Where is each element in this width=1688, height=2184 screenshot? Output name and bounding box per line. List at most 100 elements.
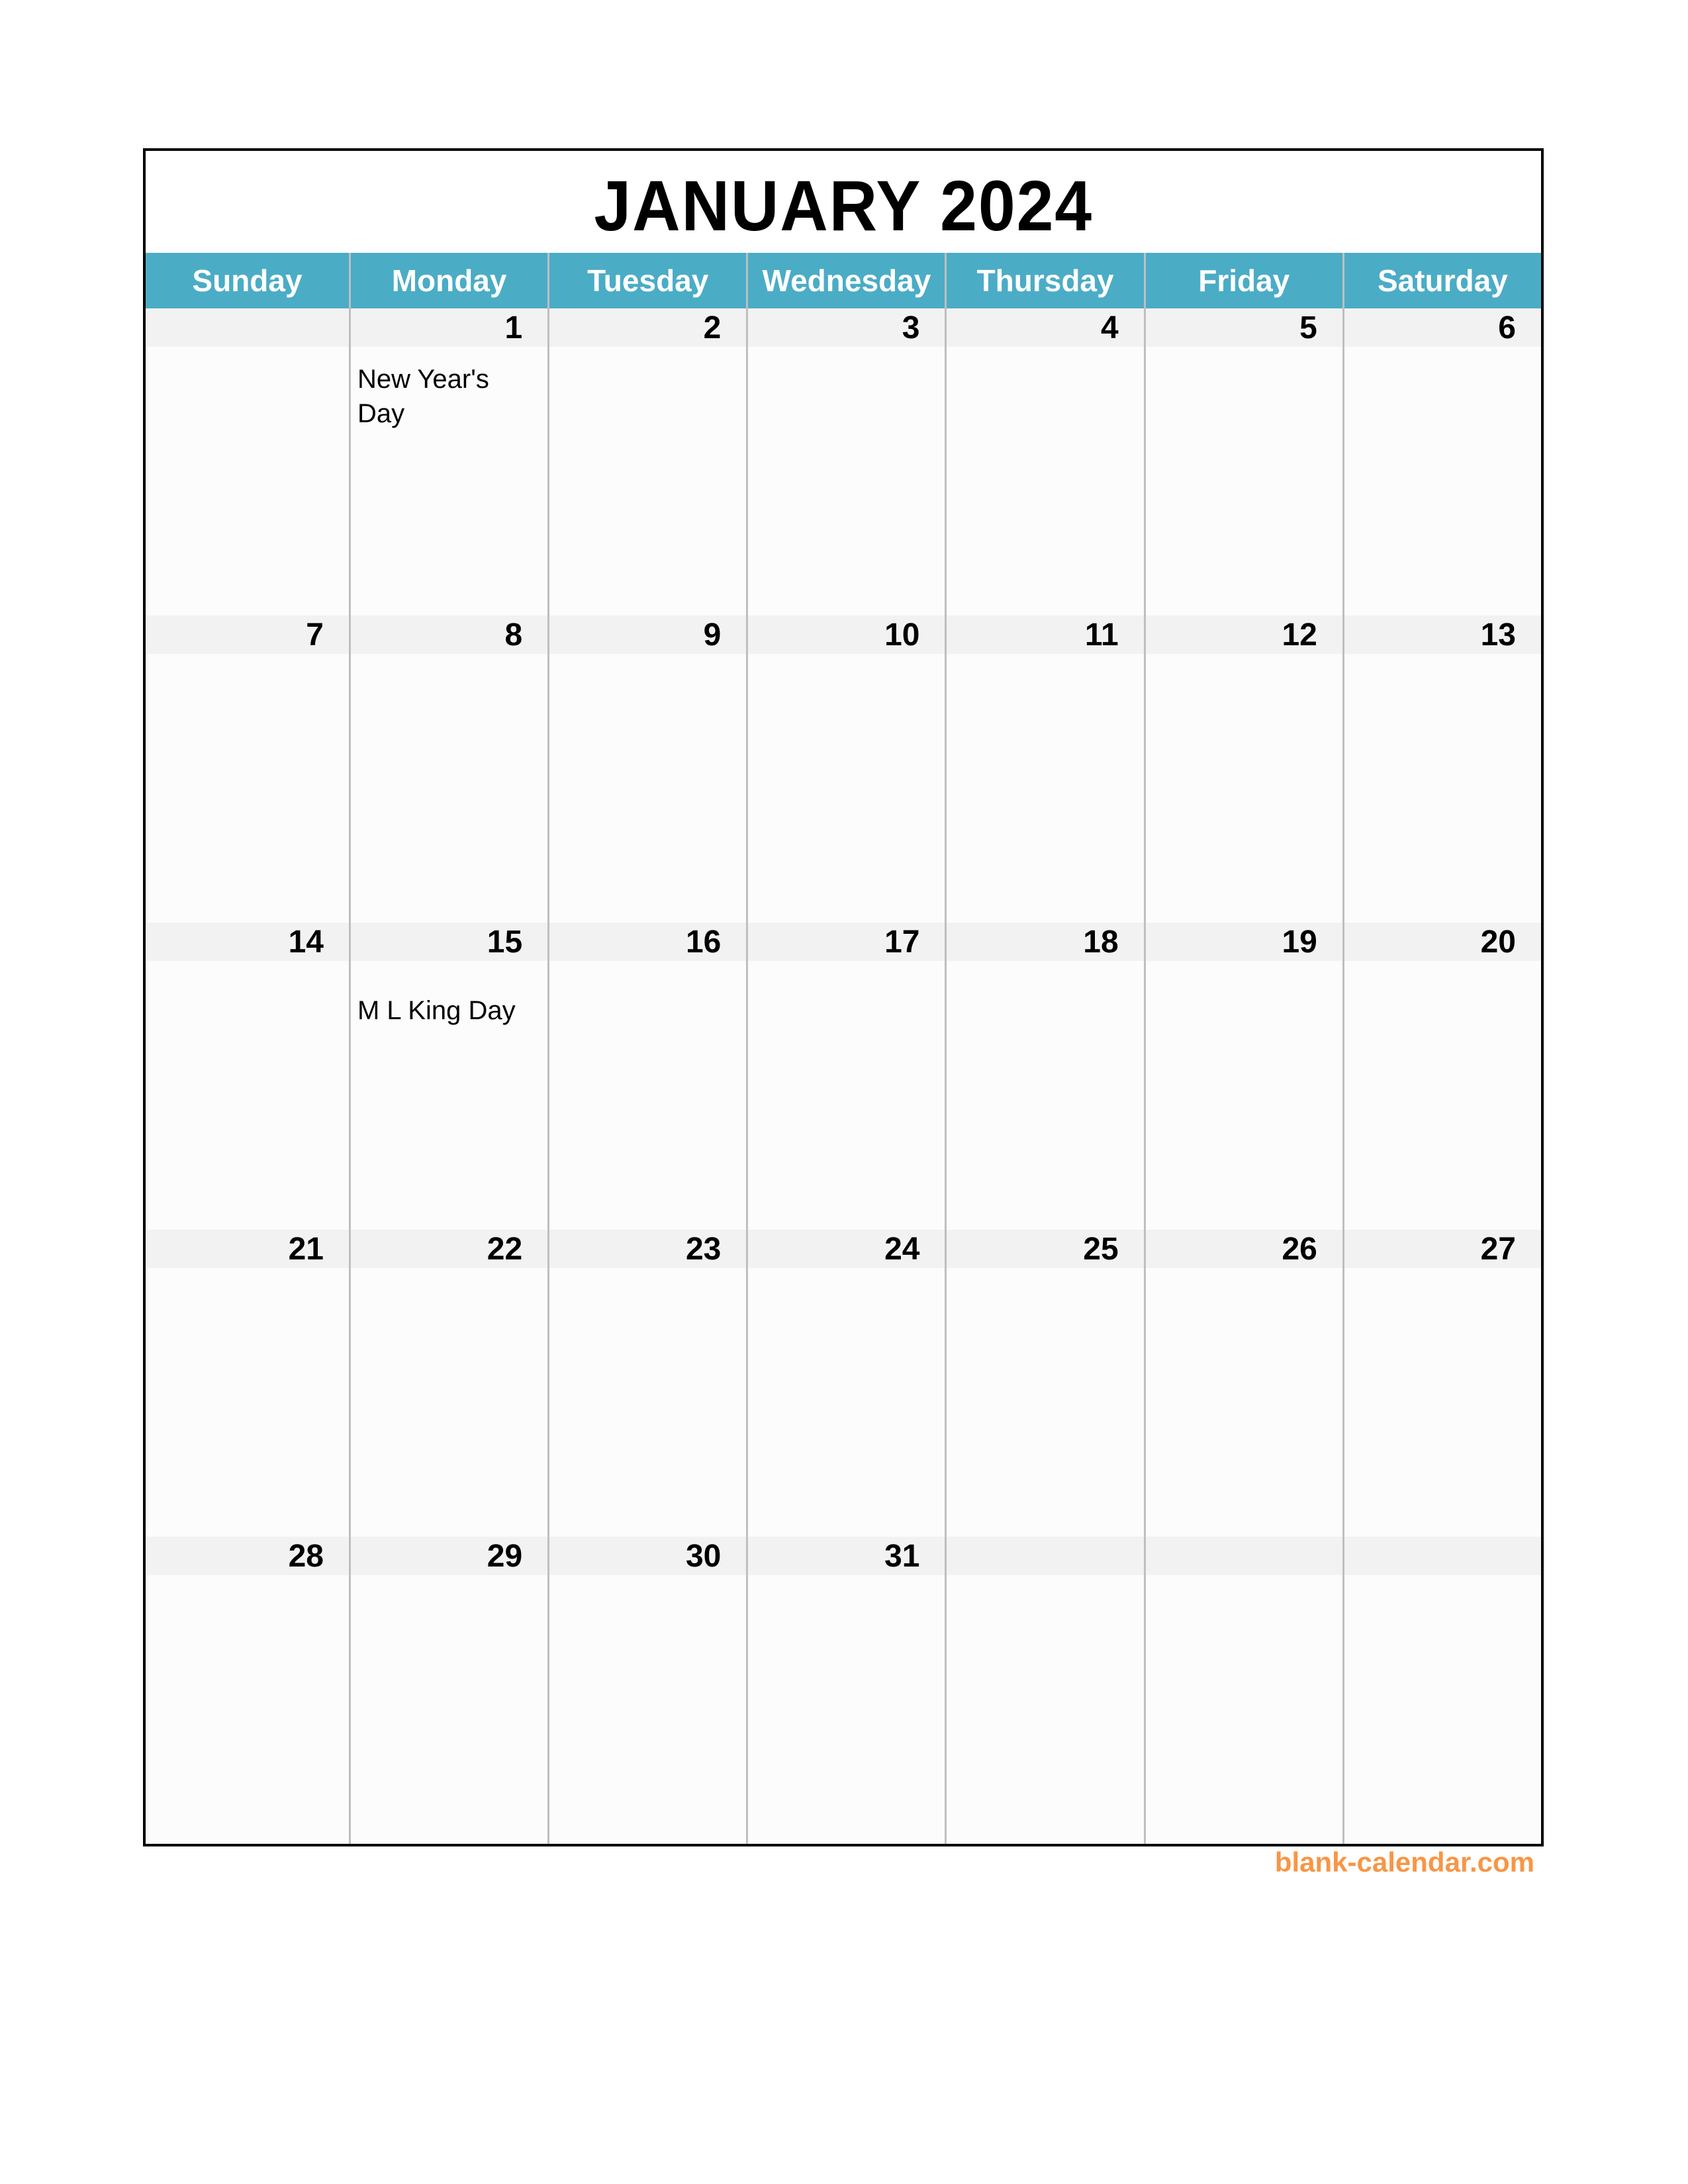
day-number: 31: [748, 1537, 945, 1575]
day-number: 17: [748, 923, 945, 961]
day-number: 22: [351, 1230, 548, 1268]
day-cell[interactable]: [1342, 1537, 1541, 1844]
day-number: [146, 308, 349, 347]
day-notes-area: [1146, 1268, 1342, 1367]
day-notes-area: [1344, 1575, 1541, 1674]
week-row: 14 15 M L King Day 16 17 18 19 20: [146, 923, 1541, 1230]
day-notes-area: [146, 1575, 349, 1674]
week-row: 1 New Year's Day 2 3 4 5 6: [146, 308, 1541, 615]
day-cell[interactable]: 2: [547, 308, 747, 615]
calendar-title: JANUARY 2024: [594, 165, 1093, 246]
day-cell[interactable]: 4: [945, 308, 1144, 615]
day-number: [1145, 1537, 1342, 1575]
day-notes-area: [1146, 961, 1342, 1060]
day-cell[interactable]: 17: [746, 923, 945, 1230]
day-cell[interactable]: 13: [1342, 615, 1541, 923]
day-cell[interactable]: 22: [349, 1230, 548, 1537]
day-notes-area: [1146, 654, 1342, 753]
day-number: 26: [1145, 1230, 1342, 1268]
day-notes-area: [549, 1575, 746, 1674]
day-cell[interactable]: 27: [1342, 1230, 1541, 1537]
day-number: 11: [947, 615, 1144, 654]
day-cell[interactable]: [945, 1537, 1144, 1844]
day-notes-area: [1344, 1268, 1541, 1367]
day-cell[interactable]: 14: [146, 923, 349, 1230]
day-notes-area: [146, 347, 349, 446]
day-cell[interactable]: 16: [547, 923, 747, 1230]
day-cell[interactable]: 7: [146, 615, 349, 923]
weekday-saturday: Saturday: [1342, 253, 1541, 308]
day-cell[interactable]: 6: [1342, 308, 1541, 615]
day-notes-area: [947, 961, 1143, 1060]
weekday-friday: Friday: [1143, 253, 1342, 308]
day-notes-area: [748, 1268, 945, 1367]
weekday-monday: Monday: [349, 253, 547, 308]
day-number: 8: [351, 615, 548, 654]
day-cell[interactable]: 18: [945, 923, 1144, 1230]
day-cell[interactable]: 9: [547, 615, 747, 923]
day-notes-area: [549, 654, 746, 753]
day-cell[interactable]: 21: [146, 1230, 349, 1537]
day-notes-area: [748, 961, 945, 1060]
weekday-sunday: Sunday: [192, 263, 303, 298]
day-cell[interactable]: 11: [945, 615, 1144, 923]
day-number: 6: [1344, 308, 1541, 347]
day-cell[interactable]: 24: [746, 1230, 945, 1537]
day-notes-area: [947, 654, 1143, 753]
day-cell[interactable]: 10: [746, 615, 945, 923]
weekday-thursday: Thursday: [945, 253, 1143, 308]
day-cell[interactable]: 29: [349, 1537, 548, 1844]
day-notes-area: [549, 1268, 746, 1367]
day-notes-area: [351, 1575, 547, 1674]
day-number: 13: [1344, 615, 1541, 654]
site-link[interactable]: blank-calendar.com: [1275, 1846, 1534, 1878]
day-cell[interactable]: 26: [1143, 1230, 1342, 1537]
day-notes-area: [549, 961, 746, 1060]
day-cell[interactable]: 5: [1143, 308, 1342, 615]
day-number: 19: [1145, 923, 1342, 961]
weekday-tuesday: Tuesday: [547, 253, 746, 308]
day-cell[interactable]: 19: [1143, 923, 1342, 1230]
week-row: 7 8 9 10 11 12 13: [146, 615, 1541, 923]
day-cell[interactable]: 12: [1143, 615, 1342, 923]
day-number: 5: [1145, 308, 1342, 347]
day-cell[interactable]: 8: [349, 615, 548, 923]
day-cell[interactable]: 15 M L King Day: [349, 923, 548, 1230]
day-number: 20: [1344, 923, 1541, 961]
holiday-note: New Year's Day: [357, 365, 489, 428]
holiday-note: M L King Day: [357, 996, 516, 1025]
calendar: JANUARY 2024 Sunday Monday Tuesday Wedne…: [143, 148, 1544, 1846]
day-number: 24: [748, 1230, 945, 1268]
day-cell[interactable]: 28: [146, 1537, 349, 1844]
day-number: 23: [549, 1230, 747, 1268]
day-number: 4: [947, 308, 1144, 347]
day-number: 18: [947, 923, 1144, 961]
day-number: [1344, 1537, 1541, 1575]
day-cell[interactable]: 1 New Year's Day: [349, 308, 548, 615]
day-number: 29: [351, 1537, 548, 1575]
day-number: 25: [947, 1230, 1144, 1268]
day-notes-area: [748, 347, 945, 446]
day-notes-area: [1146, 347, 1342, 446]
day-notes-area: [947, 1268, 1143, 1367]
day-cell[interactable]: 3: [746, 308, 945, 615]
day-cell[interactable]: [146, 308, 349, 615]
weekday-header-row: Sunday Monday Tuesday Wednesday Thursday…: [146, 253, 1541, 308]
day-number: 16: [549, 923, 747, 961]
day-cell[interactable]: 30: [547, 1537, 747, 1844]
day-number: 14: [146, 923, 349, 961]
day-cell[interactable]: 31: [746, 1537, 945, 1844]
day-cell[interactable]: 20: [1342, 923, 1541, 1230]
title-area: JANUARY 2024: [146, 151, 1541, 253]
day-cell[interactable]: 25: [945, 1230, 1144, 1537]
day-cell[interactable]: [1143, 1537, 1342, 1844]
day-notes-area: [748, 1575, 945, 1674]
day-number: 3: [748, 308, 945, 347]
day-number: 28: [146, 1537, 349, 1575]
day-notes-area: [146, 654, 349, 753]
day-number: 12: [1145, 615, 1342, 654]
day-notes-area: [947, 1575, 1143, 1674]
day-notes-area: M L King Day: [351, 961, 547, 1060]
day-cell[interactable]: 23: [547, 1230, 747, 1537]
day-notes-area: [1146, 1575, 1342, 1674]
